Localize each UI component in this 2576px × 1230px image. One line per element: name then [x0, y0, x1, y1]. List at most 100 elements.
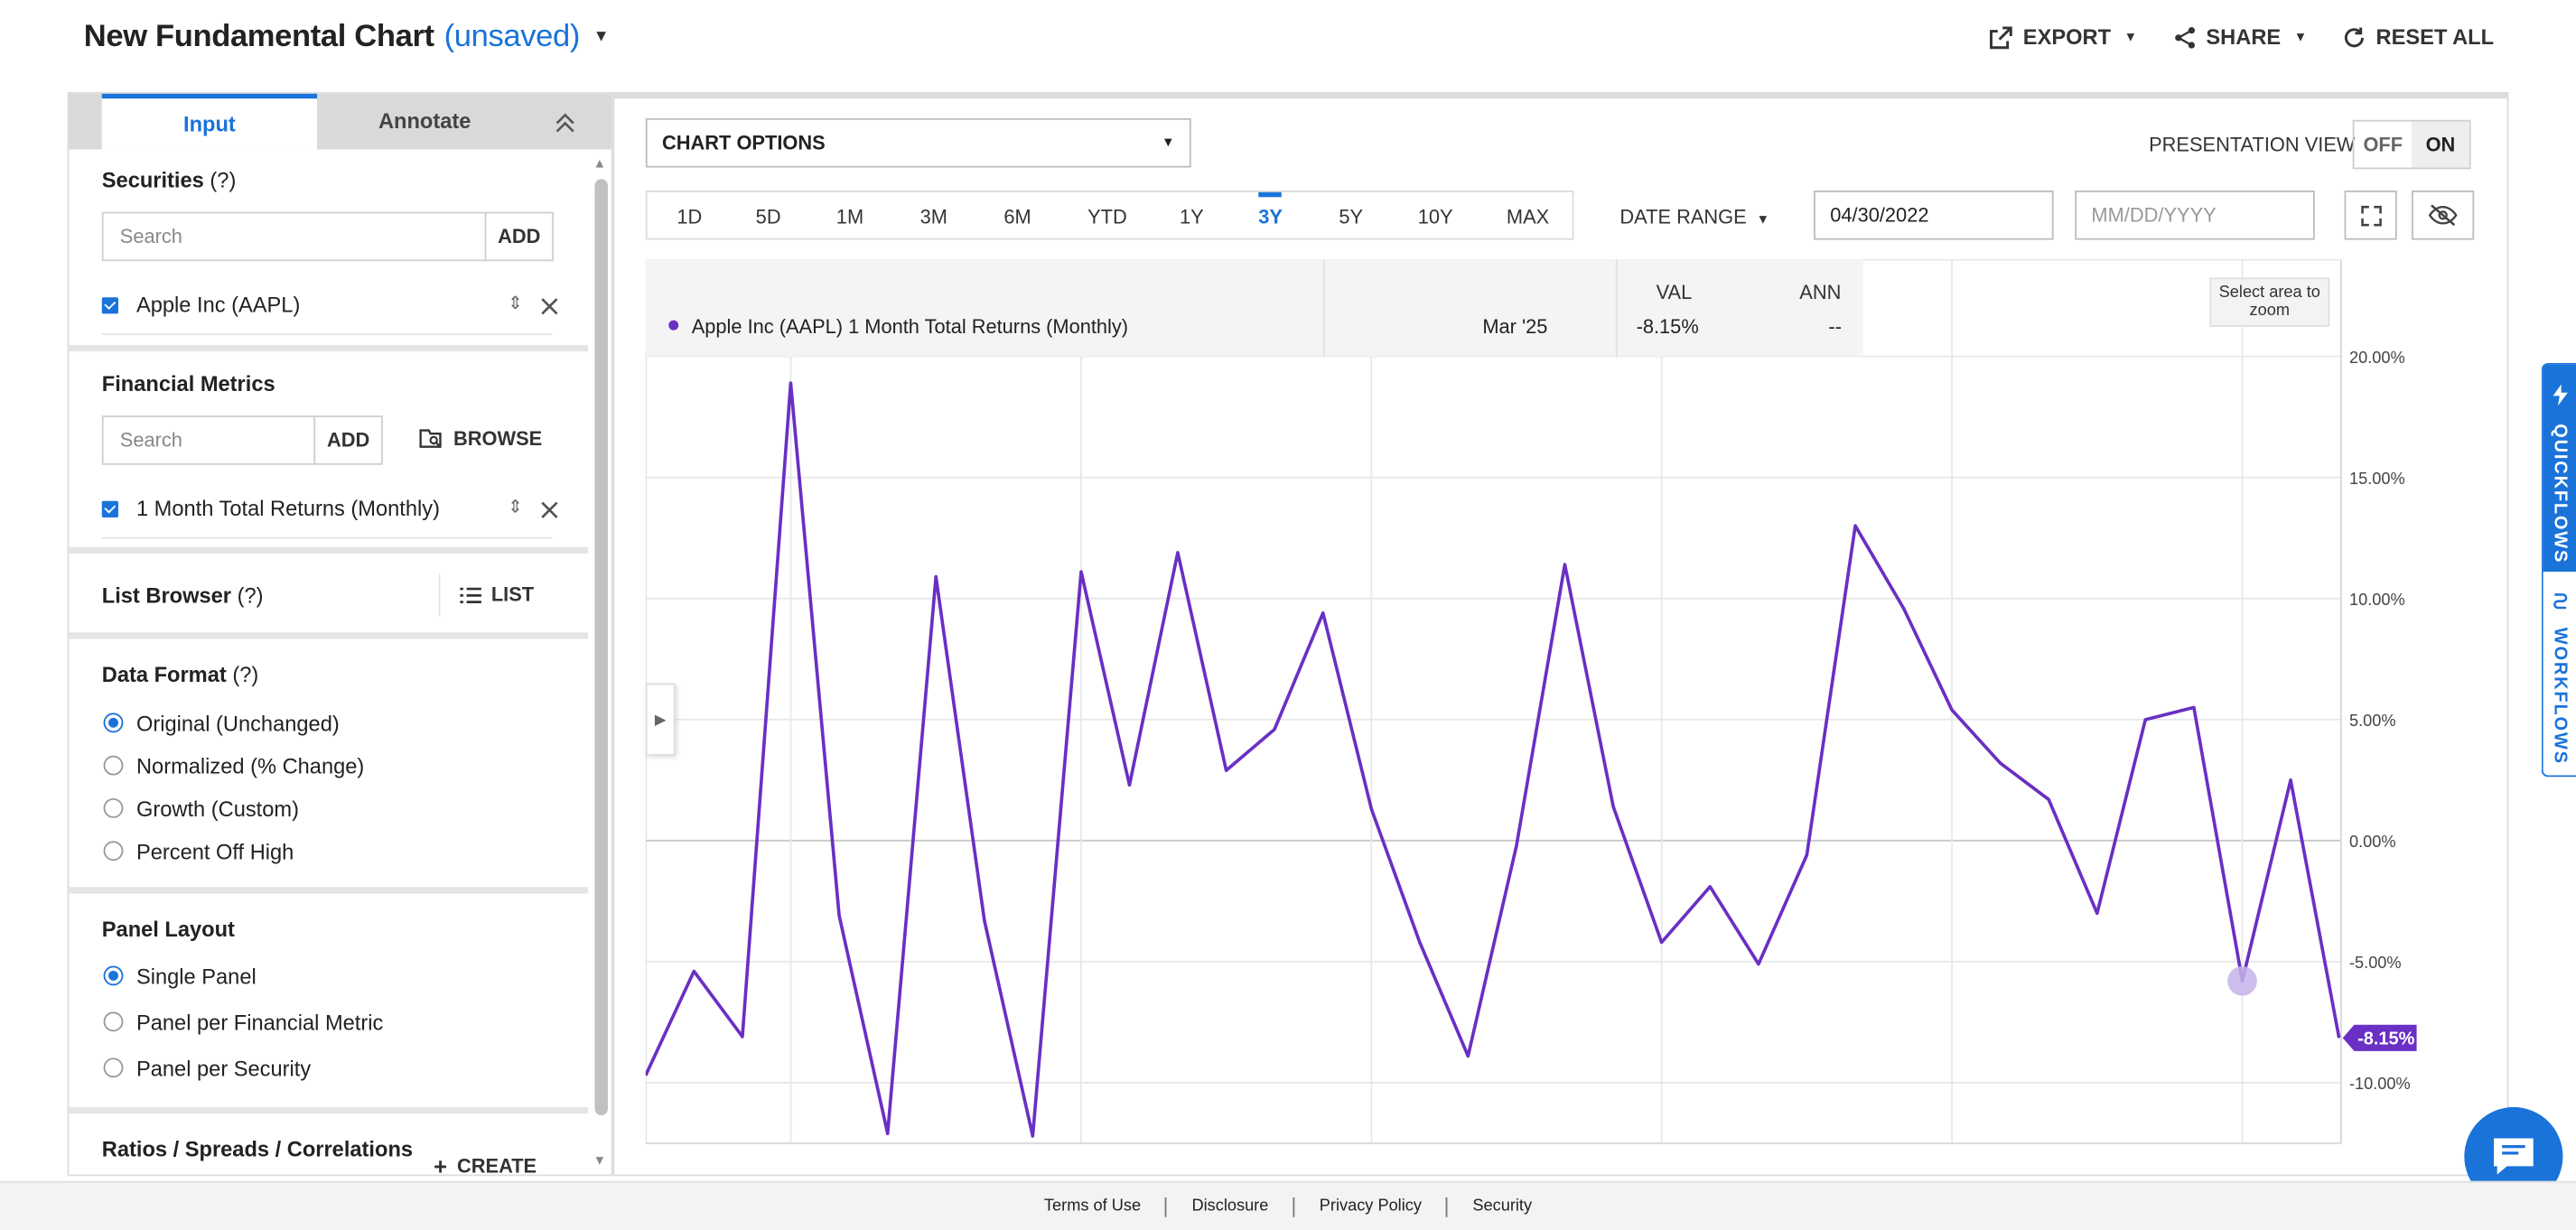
scroll-down-icon[interactable]: ▼ — [593, 1153, 606, 1168]
series-point[interactable] — [1414, 937, 1424, 947]
range-3m[interactable]: 3M — [920, 205, 947, 228]
footer-link-terms[interactable]: Terms of Use — [1044, 1197, 1141, 1216]
series-point[interactable] — [2334, 1033, 2344, 1043]
date-range-dropdown[interactable]: DATE RANGE ▼ — [1619, 205, 1769, 228]
footer-link-privacy[interactable]: Privacy Policy — [1320, 1197, 1422, 1216]
series-point[interactable] — [1173, 547, 1183, 557]
range-1y[interactable]: 1Y — [1180, 205, 1204, 228]
series-point[interactable] — [2044, 795, 2054, 805]
series-point[interactable] — [1367, 805, 1377, 815]
series-point[interactable] — [1560, 560, 1570, 570]
quickflows-tab[interactable]: QUICKFLOWS — [2543, 364, 2576, 572]
series-point[interactable] — [1125, 780, 1134, 790]
series-point[interactable] — [1657, 937, 1666, 947]
line-chart[interactable]: VAL ANN Apple Inc (AAPL) 1 Month Total R… — [645, 259, 2437, 1155]
series-point[interactable] — [1947, 705, 1957, 715]
series-point[interactable] — [1851, 521, 1861, 531]
series-point[interactable] — [2092, 909, 2102, 918]
reorder-icon[interactable]: ⇕ — [508, 293, 523, 314]
list-browser-help-icon[interactable]: (?) — [238, 583, 264, 608]
series-points[interactable] — [646, 378, 2344, 1141]
layout-single-panel-label[interactable]: Single Panel — [136, 964, 257, 989]
start-date-input[interactable]: 04/30/2022 — [1814, 190, 2054, 240]
share-button[interactable]: SHARE ▼ — [2173, 24, 2307, 50]
chart-options-dropdown[interactable]: CHART OPTIONS ▼ — [645, 117, 1191, 168]
highlighted-point[interactable] — [2227, 965, 2257, 996]
tab-input[interactable]: Input — [101, 93, 318, 150]
series-point[interactable] — [2141, 714, 2151, 724]
range-5y[interactable]: 5Y — [1339, 205, 1363, 228]
range-1m[interactable]: 1M — [836, 205, 863, 228]
export-button[interactable]: EXPORT ▼ — [1990, 24, 2137, 50]
title-chevron-down-icon[interactable]: ▼ — [593, 28, 610, 46]
series-point[interactable] — [2286, 775, 2296, 785]
create-button[interactable]: + CREATE — [434, 1153, 537, 1175]
panel-scrollbar-thumb[interactable] — [594, 179, 608, 1116]
end-date-input[interactable]: MM/DD/YYYY — [2075, 190, 2315, 240]
hide-button[interactable] — [2412, 190, 2475, 240]
series-point[interactable] — [882, 1129, 892, 1139]
range-max[interactable]: MAX — [1507, 205, 1549, 228]
format-percent-off-high-radio[interactable] — [103, 841, 124, 862]
unsaved-status[interactable]: (unsaved) — [444, 20, 581, 54]
series-point[interactable] — [1463, 1051, 1473, 1061]
footer-link-security[interactable]: Security — [1472, 1197, 1532, 1216]
series-point[interactable] — [646, 1070, 650, 1080]
series-point[interactable] — [1221, 766, 1231, 776]
securities-search-input[interactable]: Search — [101, 211, 487, 262]
range-5d[interactable]: 5D — [756, 205, 781, 228]
reorder-icon[interactable]: ⇕ — [508, 496, 523, 517]
series-point[interactable] — [979, 916, 989, 926]
series-point[interactable] — [1995, 759, 2005, 769]
range-ytd[interactable]: YTD — [1087, 205, 1127, 228]
layout-per-security-radio[interactable] — [103, 1058, 124, 1078]
scroll-up-icon[interactable]: ▲ — [593, 156, 606, 171]
series-point[interactable] — [1609, 802, 1619, 812]
format-normalized-label[interactable]: Normalized (% Change) — [136, 754, 364, 778]
toggle-on-option[interactable]: ON — [2412, 121, 2469, 168]
series-point[interactable] — [1899, 603, 1909, 613]
metrics-search-input[interactable]: Search — [101, 415, 316, 465]
toggle-off-option[interactable]: OFF — [2354, 122, 2412, 168]
metric-checkbox[interactable] — [101, 500, 118, 517]
securities-help-icon[interactable]: (?) — [210, 168, 236, 192]
workflows-label[interactable]: WORKFLOWS — [2550, 628, 2570, 765]
series-point[interactable] — [737, 1032, 747, 1042]
browse-button[interactable]: BROWSE — [419, 427, 542, 450]
range-3y[interactable]: 3Y — [1258, 205, 1283, 228]
remove-security-close-icon[interactable] — [540, 297, 558, 315]
layout-per-metric-label[interactable]: Panel per Financial Metric — [136, 1011, 383, 1035]
fullscreen-button[interactable] — [2344, 190, 2397, 240]
footer-link-disclosure[interactable]: Disclosure — [1191, 1197, 1268, 1216]
list-button[interactable]: LIST — [460, 583, 534, 606]
format-percent-off-high-label[interactable]: Percent Off High — [136, 839, 294, 863]
layout-per-security-label[interactable]: Panel per Security — [136, 1057, 311, 1081]
presentation-view-toggle[interactable]: OFF ON — [2352, 119, 2471, 170]
data-format-help-icon[interactable]: (?) — [232, 662, 258, 686]
range-10y[interactable]: 10Y — [1418, 205, 1453, 228]
series-point[interactable] — [1076, 567, 1086, 577]
series-point[interactable] — [1512, 841, 1522, 851]
collapse-chevron-up-icon[interactable] — [555, 112, 575, 135]
format-growth-radio[interactable] — [103, 797, 124, 818]
range-1d[interactable]: 1D — [677, 205, 702, 228]
series-point[interactable] — [1028, 1131, 1038, 1141]
remove-metric-close-icon[interactable] — [540, 501, 558, 519]
format-normalized-radio[interactable] — [103, 755, 124, 776]
series-point[interactable] — [786, 378, 796, 388]
expand-panel-chevron-right-icon[interactable]: ▶ — [645, 683, 676, 756]
series-point[interactable] — [1318, 608, 1328, 618]
securities-add-button[interactable]: ADD — [484, 211, 554, 262]
series-point[interactable] — [689, 966, 699, 976]
reset-all-button[interactable]: RESET ALL — [2343, 24, 2494, 50]
series-point[interactable] — [835, 910, 845, 920]
range-6m[interactable]: 6M — [1003, 205, 1031, 228]
security-checkbox[interactable] — [101, 297, 118, 314]
metrics-add-button[interactable]: ADD — [313, 415, 383, 465]
layout-single-panel-radio[interactable] — [103, 965, 124, 986]
layout-per-metric-radio[interactable] — [103, 1011, 124, 1032]
series-point[interactable] — [1753, 959, 1763, 969]
tab-annotate[interactable]: Annotate — [317, 94, 532, 150]
series-point[interactable] — [1705, 881, 1715, 891]
series-point[interactable] — [931, 572, 941, 582]
